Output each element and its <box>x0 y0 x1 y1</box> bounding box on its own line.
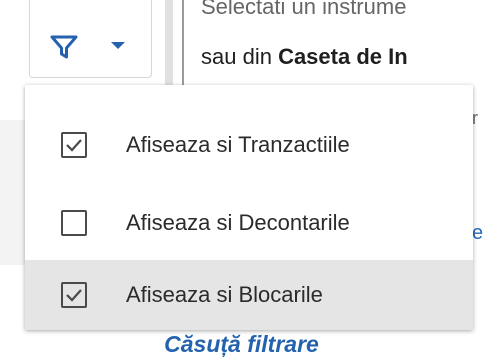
filter-option-label: Afiseaza si Tranzactiile <box>126 132 350 157</box>
filter-option-blocari[interactable]: Afiseaza si Blocarile <box>25 260 473 330</box>
filter-option-tranzactii[interactable]: Afiseaza si Tranzactiile <box>25 106 473 184</box>
background-panel-edge <box>0 120 25 265</box>
filter-option-decontari[interactable]: Afiseaza si Decontarile <box>25 184 473 262</box>
checkbox-checked-icon[interactable] <box>61 132 87 158</box>
background-text-bold: Caseta de In <box>278 44 408 69</box>
background-text-line-2: sau din Caseta de In <box>201 44 483 70</box>
vertical-divider <box>165 0 173 85</box>
chevron-down-icon <box>111 42 125 49</box>
background-text-prefix: sau din <box>201 44 279 69</box>
filter-option-label: Afiseaza si Decontarile <box>126 210 350 235</box>
filter-dropdown-button[interactable] <box>29 0 152 78</box>
checkbox-checked-icon[interactable] <box>61 282 87 308</box>
background-link-peek: e <box>472 222 483 244</box>
filter-menu: Afiseaza si Tranzactiile Afiseaza si Dec… <box>25 85 473 330</box>
vertical-divider-line <box>182 0 184 85</box>
checkbox-unchecked-icon[interactable] <box>61 210 87 236</box>
figure-caption: Căsuță filtrare <box>164 331 319 357</box>
filter-icon <box>50 35 78 59</box>
background-text-line-1: Selectati un instrume <box>201 0 407 19</box>
filter-option-label: Afiseaza si Blocarile <box>126 282 323 307</box>
top-bar: Selectati un instrume sau din Caseta de … <box>0 0 483 85</box>
